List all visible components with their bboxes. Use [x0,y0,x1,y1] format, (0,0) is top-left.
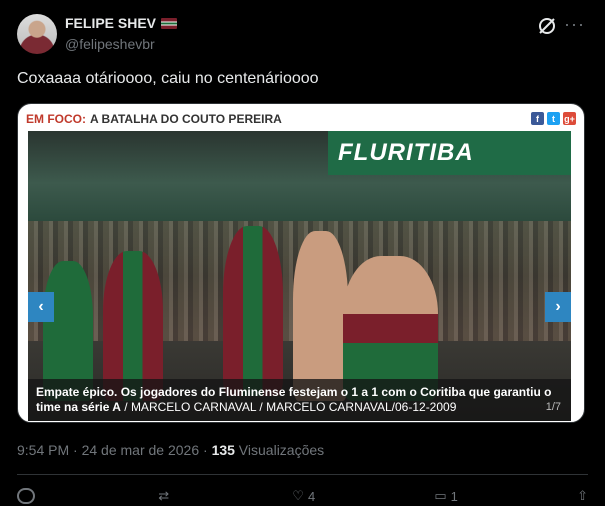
like-count: 4 [307,488,316,504]
media-header-kicker: EM FOCO: [26,112,86,126]
share-icons: f t g+ [531,112,576,125]
author-handle[interactable]: @felipeshevbr [65,36,155,52]
facebook-icon: f [531,112,544,125]
views-count: 135 [211,442,235,458]
more-options-icon[interactable]: ··· [564,14,585,35]
views-label: Visualizações [234,442,325,458]
media-header-title: A BATALHA DO COUTO PEREIRA [90,112,282,126]
retweet-icon: ⇄ [158,488,170,503]
google-plus-icon: g+ [563,112,576,125]
retweet-button[interactable]: ⇄ [158,486,173,506]
player [293,231,348,401]
celebration-photo: FLURITIBA ‹ › [28,131,571,421]
reply-button[interactable] [17,486,39,506]
twitter-icon: t [547,112,560,125]
avatar[interactable] [17,14,57,54]
action-bar: ⇄ ♡ 4 ▭ 1 ⇧ [17,486,588,506]
bookmark-count: 1 [450,488,458,504]
heart-icon: ♡ [292,488,304,503]
bookmark-button[interactable]: ▭ 1 [434,486,458,506]
share-icon: ⇧ [577,488,588,503]
tweet-meta: 9:54 PM · 24 de mar de 2026 · 135 Visual… [17,442,324,458]
like-button[interactable]: ♡ 4 [292,486,315,506]
player [223,226,283,396]
fluminense-flag-icon [161,17,178,29]
author-display-name[interactable]: FELIPE SHEV [65,15,156,31]
next-image-button[interactable]: › [545,292,571,322]
image-counter: 1/7 [545,401,561,413]
stadium-banner: FLURITIBA [328,131,571,175]
grok-icon[interactable] [537,16,557,36]
media-header: EM FOCO: A BATALHA DO COUTO PEREIRA f t … [26,108,576,130]
reply-icon [17,488,35,504]
tweet-text: Coxaaaa otárioooo, caiu no centenárioooo [17,70,319,87]
share-button[interactable]: ⇧ [577,486,588,506]
tweet-media-image[interactable]: EM FOCO: A BATALHA DO COUTO PEREIRA f t … [17,103,585,423]
photo-caption: Empate épico. Os jogadores do Fluminense… [28,379,571,421]
caption-credit: / MARCELO CARNAVAL / MARCELO CARNAVAL/06… [120,400,457,414]
divider [17,474,588,475]
author-name-row[interactable]: FELIPE SHEV [65,15,178,31]
timestamp[interactable]: 9:54 PM · 24 de mar de 2026 · [17,442,212,458]
bookmark-icon: ▭ [434,488,447,503]
previous-image-button[interactable]: ‹ [28,292,54,322]
